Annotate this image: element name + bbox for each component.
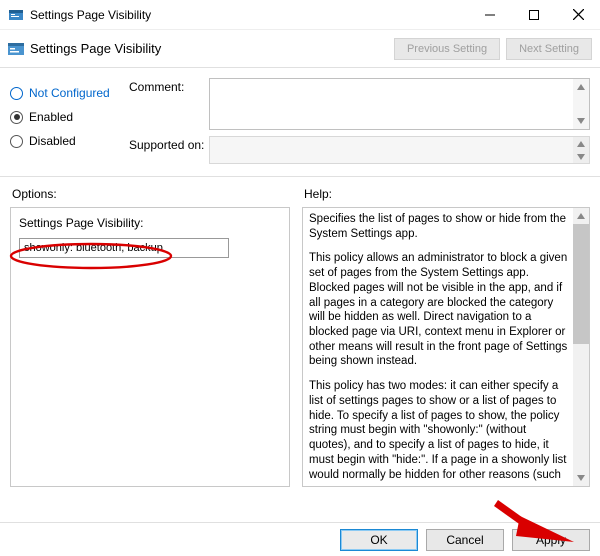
radio-enabled[interactable]: Enabled: [10, 110, 125, 124]
radio-dot-icon: [10, 111, 23, 124]
help-panel: Specifies the list of pages to show or h…: [302, 207, 590, 487]
options-section-label: Options:: [12, 187, 290, 201]
help-text: Specifies the list of pages to show or h…: [309, 212, 569, 482]
radio-label: Disabled: [29, 134, 76, 148]
scroll-down-icon[interactable]: [573, 113, 589, 129]
supported-on-box: [209, 136, 590, 164]
previous-setting-button[interactable]: Previous Setting: [394, 38, 500, 60]
maximize-button[interactable]: [512, 1, 556, 29]
scroll-up-icon[interactable]: [573, 137, 589, 150]
options-panel: Settings Page Visibility:: [10, 207, 290, 487]
titlebar: Settings Page Visibility: [0, 0, 600, 30]
scroll-down-icon[interactable]: [573, 470, 589, 486]
dialog-footer: OK Cancel Apply: [0, 522, 600, 556]
scrollbar[interactable]: [573, 79, 589, 129]
scrollbar[interactable]: [573, 208, 589, 486]
next-setting-button[interactable]: Next Setting: [506, 38, 592, 60]
toolbar: Settings Page Visibility Previous Settin…: [0, 30, 600, 68]
cancel-button[interactable]: Cancel: [426, 529, 504, 551]
settings-page-visibility-input[interactable]: [19, 238, 229, 258]
scroll-up-icon[interactable]: [573, 208, 589, 224]
radio-label: Not Configured: [29, 86, 110, 100]
radio-not-configured[interactable]: Not Configured: [10, 86, 125, 100]
scroll-down-icon[interactable]: [573, 150, 589, 163]
state-radios: Not Configured Enabled Disabled: [10, 78, 125, 170]
help-section-label: Help:: [304, 187, 590, 201]
option-label: Settings Page Visibility:: [19, 216, 281, 230]
supported-on-label: Supported on:: [129, 136, 209, 164]
close-button[interactable]: [556, 1, 600, 29]
radio-dot-icon: [10, 87, 23, 100]
help-paragraph: This policy allows an administrator to b…: [309, 251, 569, 369]
policy-icon: [8, 41, 24, 57]
comment-label: Comment:: [129, 78, 209, 130]
window-title: Settings Page Visibility: [30, 8, 468, 22]
radio-disabled[interactable]: Disabled: [10, 134, 125, 148]
radio-dot-icon: [10, 135, 23, 148]
ok-button[interactable]: OK: [340, 529, 418, 551]
help-paragraph: This policy has two modes: it can either…: [309, 379, 569, 482]
scroll-thumb[interactable]: [573, 224, 589, 344]
help-paragraph: Specifies the list of pages to show or h…: [309, 212, 569, 241]
app-icon: [8, 7, 24, 23]
policy-title: Settings Page Visibility: [30, 41, 388, 56]
minimize-button[interactable]: [468, 1, 512, 29]
details-area: Options: Settings Page Visibility: Help:…: [0, 177, 600, 487]
scroll-up-icon[interactable]: [573, 79, 589, 95]
config-area: Not Configured Enabled Disabled Comment:…: [0, 68, 600, 177]
radio-label: Enabled: [29, 110, 73, 124]
scrollbar[interactable]: [573, 137, 589, 163]
comment-input[interactable]: [209, 78, 590, 130]
apply-button[interactable]: Apply: [512, 529, 590, 551]
